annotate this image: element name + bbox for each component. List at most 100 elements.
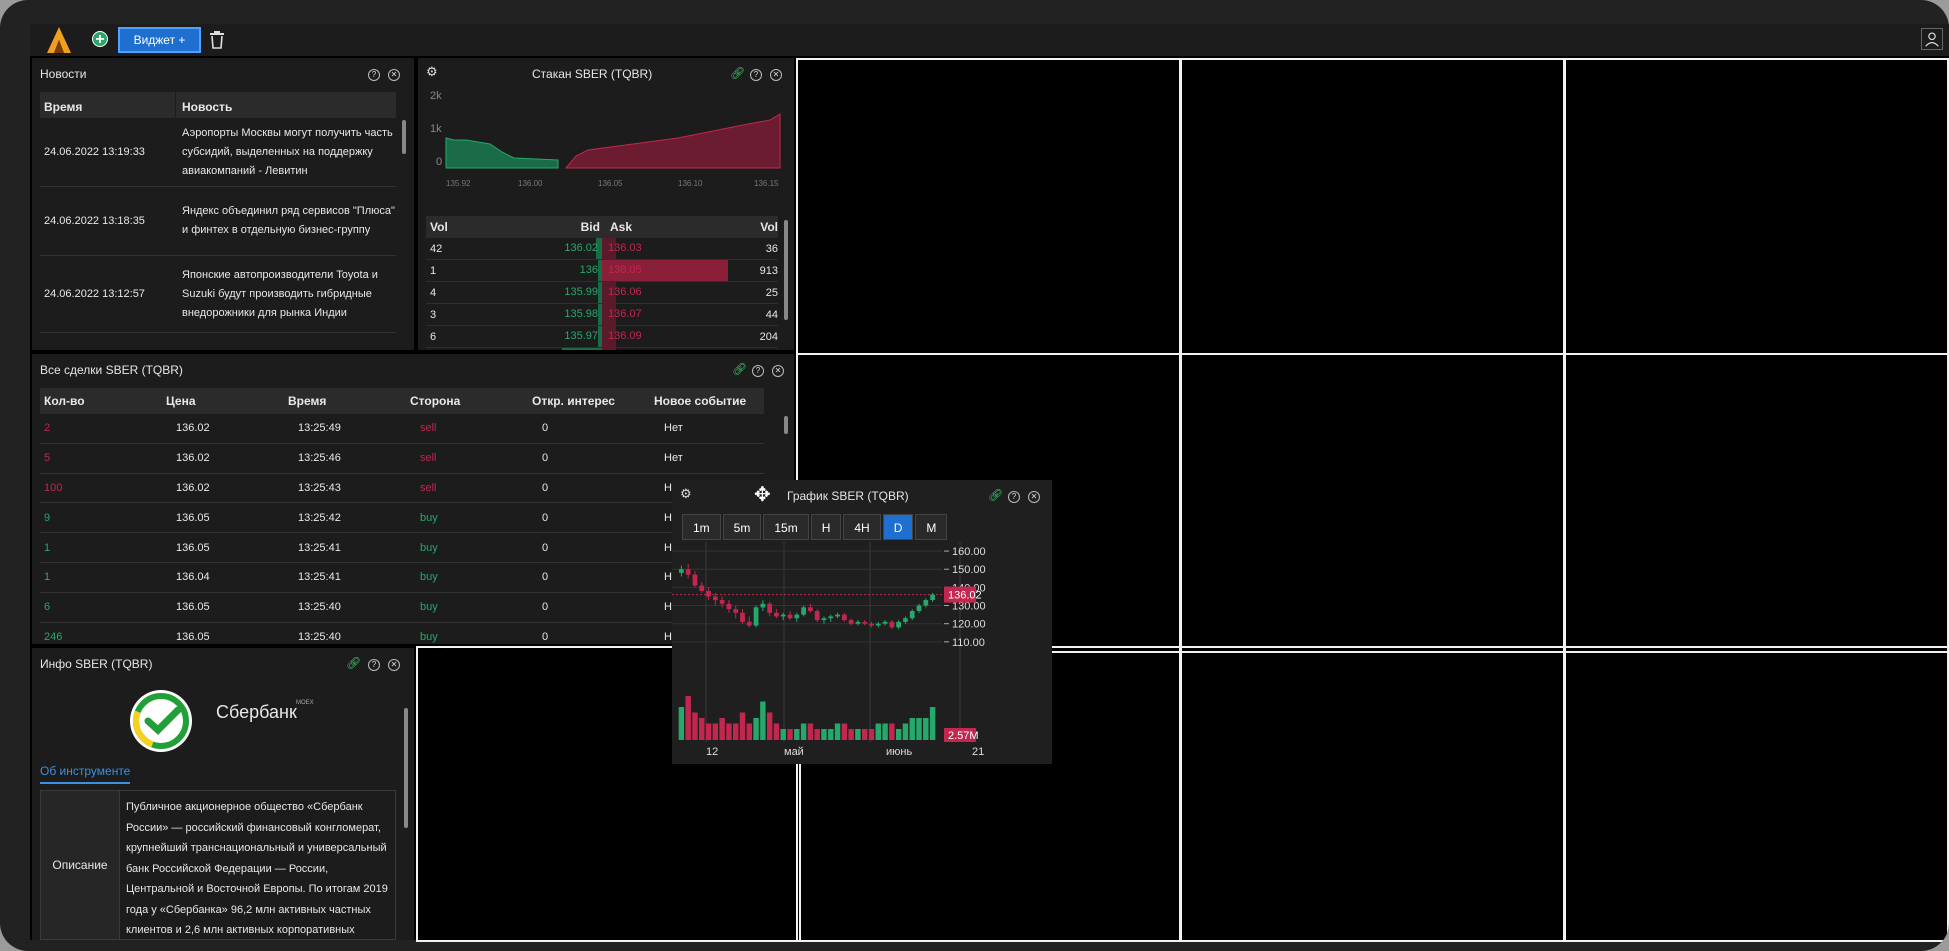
timeframe-button-4h[interactable]: 4H bbox=[843, 514, 881, 540]
trade-side: sell bbox=[420, 481, 437, 494]
trade-time: 13:25:40 bbox=[298, 630, 341, 643]
app-area: + Виджет + Новости ? ✕ Время Новость 24.… bbox=[30, 24, 1949, 942]
orderbook-row[interactable]: 3 135.98 136.07 44 bbox=[426, 304, 778, 326]
ask-price: 136.03 bbox=[602, 238, 728, 259]
trades-col-header[interactable]: Новое событие bbox=[650, 394, 764, 408]
tab-about-instrument[interactable]: Об инструменте bbox=[40, 764, 131, 784]
trade-qty: 2 bbox=[44, 422, 51, 435]
help-icon[interactable]: ? bbox=[750, 69, 762, 81]
add-icon[interactable]: + bbox=[92, 31, 108, 48]
timeframe-button-d[interactable]: D bbox=[882, 514, 914, 540]
close-icon[interactable]: ✕ bbox=[770, 69, 782, 81]
scrollbar[interactable] bbox=[784, 416, 788, 434]
scrollbar[interactable] bbox=[402, 120, 406, 154]
orderbook-row[interactable]: 1 136 136.05 913 bbox=[426, 260, 778, 282]
col-news: Новость bbox=[182, 100, 233, 114]
trade-time: 13:25:40 bbox=[298, 601, 341, 614]
timeframe-button-m[interactable]: M bbox=[915, 514, 948, 540]
volume-bar bbox=[746, 723, 753, 740]
bid-volume: 3 bbox=[430, 308, 437, 321]
ask-volume: 913 bbox=[759, 264, 778, 277]
news-row[interactable]: 24.06.2022 13:12:57 Японские автопроизвод… bbox=[40, 256, 396, 333]
close-icon[interactable]: ✕ bbox=[772, 365, 784, 377]
candle-body bbox=[733, 609, 739, 613]
news-row[interactable]: 24.06.2022 13:18:35 Яндекс объединил ряд … bbox=[40, 187, 396, 256]
trade-time: 13:25:41 bbox=[298, 571, 341, 584]
trade-row[interactable]: 9 136.05 13:25:42 buy 0 Н bbox=[40, 503, 764, 534]
x-tick: 21 bbox=[972, 746, 985, 758]
timeframe-button-h[interactable]: H bbox=[810, 514, 842, 540]
volume-bar bbox=[929, 707, 936, 740]
news-row[interactable]: 24.06.2022 13:19:33 Аэропорты Москвы могу… bbox=[40, 118, 396, 187]
trades-col-header[interactable]: Цена bbox=[162, 394, 284, 408]
timeframe-button-5m[interactable]: 5m bbox=[722, 514, 762, 540]
ask-price: 136.05 bbox=[602, 260, 728, 281]
timeframe-button-1m[interactable]: 1m bbox=[682, 514, 721, 540]
volume-bar bbox=[828, 729, 834, 740]
grid-cell bbox=[1564, 646, 1949, 942]
link-icon[interactable]: 🔗︎ bbox=[730, 66, 745, 80]
trade-row[interactable]: 6 136.05 13:25:40 buy 0 Н bbox=[40, 593, 764, 623]
trades-col-header[interactable]: Сторона bbox=[406, 394, 528, 408]
trade-row[interactable]: 1 136.05 13:25:41 buy 0 Н bbox=[40, 533, 764, 563]
add-widget-button[interactable]: Виджет + bbox=[118, 27, 201, 53]
orderbook-row[interactable]: 6 135.97 136.09 204 bbox=[426, 326, 778, 348]
trades-col-header[interactable]: Кол-во bbox=[40, 394, 162, 408]
close-icon[interactable]: ✕ bbox=[1028, 491, 1040, 503]
volume-bar bbox=[909, 718, 915, 740]
trade-side: buy bbox=[420, 541, 438, 554]
scrollbar[interactable] bbox=[404, 708, 408, 828]
close-icon[interactable]: ✕ bbox=[388, 659, 400, 671]
company-name: Сбербанк bbox=[216, 702, 297, 722]
trade-row[interactable]: 246 136.05 13:25:40 buy 0 Н bbox=[40, 623, 764, 644]
col-ask: Ask bbox=[609, 220, 632, 234]
volume-bar bbox=[889, 723, 895, 740]
trade-price: 136.02 bbox=[176, 452, 210, 465]
link-icon[interactable]: 🔗︎ bbox=[346, 656, 361, 670]
trade-time: 13:25:49 bbox=[298, 422, 341, 435]
description-text: Публичное акционерное общество «Сбербанк… bbox=[126, 801, 388, 936]
settings-icon[interactable]: ⚙ bbox=[426, 64, 438, 80]
grid-cell bbox=[1180, 353, 1565, 653]
candle-body bbox=[780, 614, 786, 617]
help-icon[interactable]: ? bbox=[368, 69, 380, 81]
timeframe-button-15m[interactable]: 15m bbox=[763, 514, 809, 540]
ask-volume: 25 bbox=[765, 286, 778, 299]
scrollbar[interactable] bbox=[784, 220, 788, 320]
trade-row[interactable]: 1 136.04 13:25:41 buy 0 Н bbox=[40, 563, 764, 593]
volume-bar bbox=[895, 729, 902, 740]
trade-row[interactable]: 2 136.02 13:25:49 sell 0 Нет bbox=[40, 414, 764, 444]
volume-bar bbox=[732, 723, 739, 740]
volume-bar bbox=[868, 729, 875, 740]
move-icon[interactable]: ✥ bbox=[754, 482, 771, 507]
news-title: Новости bbox=[40, 67, 87, 81]
orderbook-row[interactable]: 4 135.99 136.06 25 bbox=[426, 282, 778, 304]
user-icon[interactable] bbox=[1921, 28, 1943, 50]
help-icon[interactable]: ? bbox=[1008, 491, 1020, 503]
help-icon[interactable]: ? bbox=[752, 365, 764, 377]
trades-col-header[interactable]: Откр. интерес bbox=[528, 394, 650, 408]
help-icon[interactable]: ? bbox=[368, 659, 380, 671]
candle-body bbox=[930, 594, 935, 601]
description-label: Описание bbox=[41, 791, 120, 939]
trash-icon[interactable] bbox=[208, 30, 226, 50]
link-icon[interactable]: 🔗︎ bbox=[732, 362, 747, 376]
orderbook-table: Vol Bid Ask Vol 42 136.02 136.03 36 1 136 136.… bbox=[426, 216, 778, 350]
orderbook-row[interactable]: 42 136.02 136.03 36 bbox=[426, 238, 778, 260]
settings-icon[interactable]: ⚙ bbox=[680, 486, 692, 502]
link-icon[interactable]: 🔗︎ bbox=[988, 488, 1003, 502]
trade-price: 136.05 bbox=[176, 601, 210, 614]
bid-price: 136 bbox=[466, 260, 602, 281]
bid-depth-area bbox=[445, 137, 559, 169]
bid-volume: 42 bbox=[430, 242, 443, 255]
trade-row[interactable]: 100 136.02 13:25:43 sell 0 Н bbox=[40, 474, 764, 504]
trade-qty: 6 bbox=[44, 601, 51, 614]
trades-col-header[interactable]: Время bbox=[284, 394, 406, 408]
candle-body bbox=[685, 569, 691, 575]
volume-bar bbox=[712, 723, 719, 740]
close-icon[interactable]: ✕ bbox=[388, 69, 400, 81]
orderbook-row[interactable]: 100135.96136.1102 bbox=[426, 348, 778, 350]
trade-oi: 0 bbox=[542, 422, 549, 435]
trade-row[interactable]: 5 136.02 13:25:46 sell 0 Нет bbox=[40, 444, 764, 474]
bid-price: 136.02 bbox=[466, 238, 602, 259]
